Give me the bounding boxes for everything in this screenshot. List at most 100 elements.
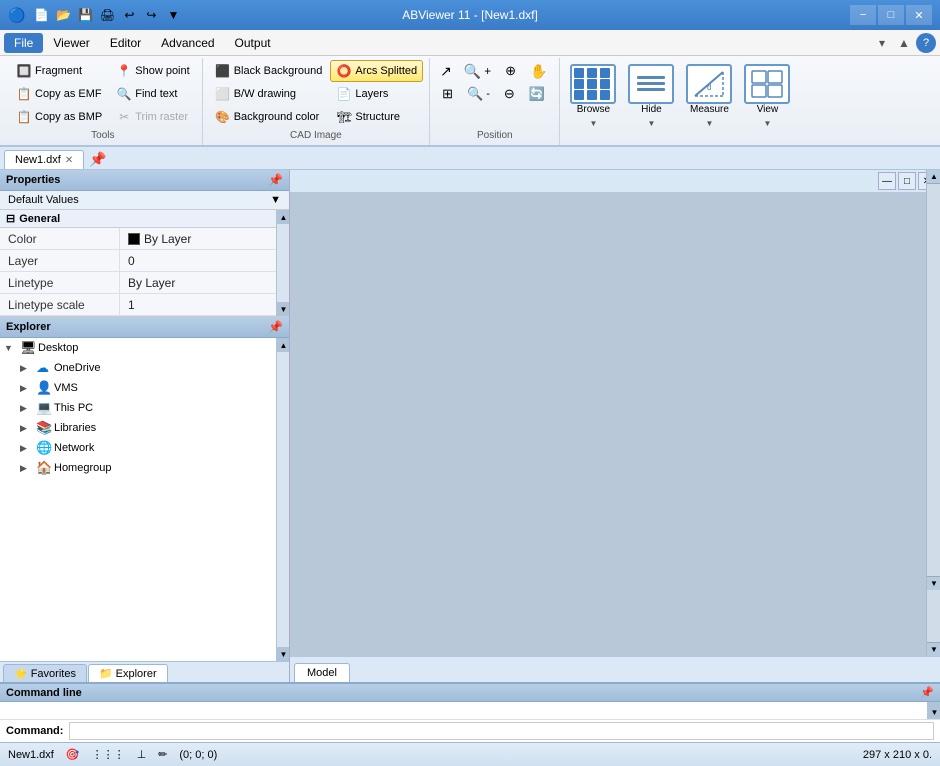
color-row: Color By Layer [0, 228, 289, 250]
outer-scrollbar[interactable]: ▲ ▼ [926, 170, 940, 590]
hide-button[interactable]: Hide [624, 60, 678, 119]
fit-view-button[interactable]: ↗ [436, 60, 456, 82]
color-val[interactable]: By Layer [120, 228, 289, 249]
arcs-splitted-button[interactable]: ⭕ Arcs Splitted [330, 60, 423, 82]
dropdown-arrow: ▼ [270, 194, 281, 206]
background-color-button[interactable]: 🎨 Background color [209, 106, 329, 128]
tab-new1dxf[interactable]: New1.dxf ✕ [4, 150, 84, 169]
browse-dropdown[interactable]: ▼ [589, 119, 597, 128]
canvas-mini-toolbar: — □ ✕ [290, 170, 940, 193]
up-button[interactable]: ▲ [894, 33, 914, 53]
layers-button[interactable]: 📄 Layers [330, 83, 423, 105]
explorer-scroll-up[interactable]: ▲ [277, 338, 289, 352]
maximize-button[interactable]: □ [878, 5, 904, 25]
tree-item-onedrive[interactable]: ▶ ☁ OneDrive [0, 358, 289, 378]
open-button[interactable]: 📂 [53, 5, 73, 25]
help-button[interactable]: ? [916, 33, 936, 53]
zoom-out2-button[interactable]: ⊖ [498, 83, 521, 105]
restore-panel-button[interactable]: □ [898, 172, 916, 190]
tab-close-button[interactable]: ✕ [65, 155, 73, 166]
refresh-button[interactable]: 🔄 [523, 83, 551, 105]
zoom-out-button[interactable]: 🔍- [461, 83, 496, 105]
outer-scroll-down[interactable]: ▼ [927, 576, 940, 590]
zoom-in-button[interactable]: 🔍+ [458, 60, 497, 82]
zoom-window-button[interactable]: ⊞ [436, 83, 459, 105]
tree-item-homegroup[interactable]: ▶ 🏠 Homegroup [0, 458, 289, 478]
properties-pin[interactable]: 📌 [268, 173, 283, 187]
menu-file[interactable]: File [4, 33, 43, 53]
tree-item-libraries[interactable]: ▶ 📚 Libraries [0, 418, 289, 438]
black-background-label: Black Background [234, 65, 323, 77]
minimize-button[interactable]: − [850, 5, 876, 25]
command-line-pin[interactable]: 📌 [920, 686, 934, 699]
homegroup-label: Homegroup [54, 462, 111, 474]
linetype-scale-val[interactable]: 1 [120, 294, 289, 315]
measure-button[interactable]: d Measure [682, 60, 736, 119]
view-dropdown[interactable]: ▼ [763, 119, 771, 128]
structure-button[interactable]: 🏗 Structure [330, 106, 423, 128]
hide-dropdown[interactable]: ▼ [647, 119, 655, 128]
redo-button[interactable]: ↪ [141, 5, 161, 25]
homegroup-icon: 🏠 [36, 460, 52, 476]
minimize-panel-button[interactable]: — [878, 172, 896, 190]
close-button[interactable]: ✕ [906, 5, 932, 25]
print-button[interactable]: 🖨 [97, 5, 117, 25]
outer-scroll-up[interactable]: ▲ [927, 170, 940, 184]
menu-advanced[interactable]: Advanced [151, 33, 224, 53]
favorites-tab[interactable]: ⭐ Favorites [3, 664, 87, 682]
explorer-tab[interactable]: 📁 Explorer [88, 664, 168, 682]
explorer-scroll-down[interactable]: ▼ [277, 647, 289, 661]
show-point-label: Show point [135, 65, 189, 77]
properties-dropdown[interactable]: Default Values ▼ [0, 191, 289, 210]
explorer-scrollbar[interactable]: ▲ ▼ [276, 338, 289, 661]
measure-dropdown[interactable]: ▼ [705, 119, 713, 128]
copy-emf-button[interactable]: 📋 Copy as EMF [10, 83, 108, 105]
trim-raster-button[interactable]: ✂ Trim raster [110, 106, 195, 128]
help-dropdown-button[interactable]: ▾ [872, 33, 892, 53]
layer-val[interactable]: 0 [120, 250, 289, 271]
canvas-scroll-down[interactable]: ▼ [927, 642, 940, 656]
linetype-val[interactable]: By Layer [120, 272, 289, 293]
hand-button[interactable]: ✋ [524, 60, 553, 82]
properties-scrollbar[interactable]: ▲ ▼ [276, 210, 289, 316]
view-button[interactable]: View [740, 60, 794, 119]
tab-pin-button[interactable]: 📌 [85, 150, 110, 169]
black-background-button[interactable]: ⬛ Black Background [209, 60, 329, 82]
zoom-in2-button[interactable]: ⊕ [499, 60, 522, 82]
menu-viewer[interactable]: Viewer [43, 33, 99, 53]
drawing-canvas[interactable]: ▲ ▼ [290, 193, 940, 656]
vms-icon: 👤 [36, 380, 52, 396]
tree-item-thispc[interactable]: ▶ 💻 This PC [0, 398, 289, 418]
fragment-icon: 🔲 [16, 63, 32, 79]
cmd-scroll-down[interactable]: ▼ [928, 705, 940, 719]
bw-drawing-button[interactable]: ⬜ B/W drawing [209, 83, 329, 105]
model-tab[interactable]: Model [294, 663, 350, 682]
fragment-button[interactable]: 🔲 Fragment [10, 60, 108, 82]
view-icon [744, 64, 790, 104]
undo-button[interactable]: ↩ [119, 5, 139, 25]
menu-editor[interactable]: Editor [100, 33, 151, 53]
copy-bmp-button[interactable]: 📋 Copy as BMP [10, 106, 108, 128]
structure-icon: 🏗 [336, 109, 352, 125]
tree-item-desktop[interactable]: ▼ 🖥 Desktop [0, 338, 289, 358]
show-point-button[interactable]: 📍 Show point [110, 60, 195, 82]
scroll-up[interactable]: ▲ [277, 210, 289, 224]
customize-button[interactable]: ▼ [163, 5, 183, 25]
browse-button[interactable]: Browse [566, 60, 620, 119]
new-button[interactable]: 📄 [31, 5, 51, 25]
save-button[interactable]: 💾 [75, 5, 95, 25]
command-input[interactable] [69, 722, 934, 740]
expand-icon[interactable]: ⊟ [6, 212, 15, 225]
quick-access-toolbar: 🔵 📄 📂 💾 🖨 ↩ ↪ ▼ [8, 5, 183, 25]
left-panel: Properties 📌 Default Values ▼ ⊟ General … [0, 170, 290, 682]
cad-content: ⬛ Black Background ⬜ B/W drawing 🎨 Backg… [209, 60, 423, 128]
command-scrollbar[interactable]: ▲ ▼ [927, 702, 940, 719]
layer-key: Layer [0, 250, 120, 271]
tree-item-network[interactable]: ▶ 🌐 Network [0, 438, 289, 458]
measure-icon: d [686, 64, 732, 104]
scroll-down[interactable]: ▼ [277, 302, 289, 316]
tree-item-vms[interactable]: ▶ 👤 VMS [0, 378, 289, 398]
find-text-button[interactable]: 🔍 Find text [110, 83, 195, 105]
menu-output[interactable]: Output [225, 33, 281, 53]
explorer-pin[interactable]: 📌 [268, 320, 283, 334]
